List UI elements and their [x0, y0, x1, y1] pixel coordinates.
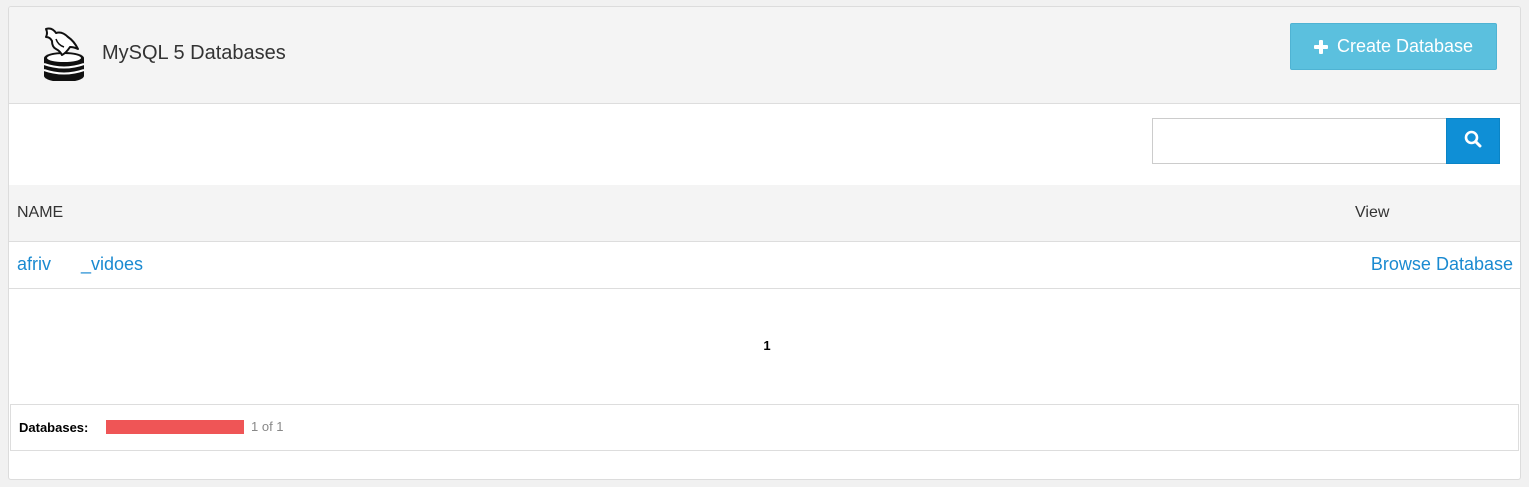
panel-header: MySQL 5 Databases Create Database [9, 7, 1520, 104]
browse-database-link[interactable]: Browse Database [1371, 254, 1513, 275]
search-button[interactable] [1446, 118, 1500, 164]
table-row: afriv _vidoes Browse Database [9, 242, 1520, 289]
plus-icon [1313, 39, 1328, 54]
search-input[interactable] [1152, 118, 1447, 164]
databases-usage-bar [106, 420, 244, 434]
search-icon [1464, 130, 1482, 153]
create-database-label: Create Database [1336, 36, 1474, 56]
mysql-dolphin-database-icon [38, 25, 88, 82]
column-header-view: View [1355, 204, 1390, 221]
databases-usage-count: 1 of 1 [251, 419, 284, 434]
databases-usage-label: Databases: [19, 420, 89, 435]
page-title: MySQL 5 Databases [102, 42, 286, 64]
pagination: 1 [9, 338, 1520, 353]
page-1-link[interactable]: 1 [758, 338, 770, 353]
table-header: NAME View [9, 185, 1520, 242]
databases-panel: MySQL 5 Databases Create Database NAME V… [8, 6, 1521, 480]
databases-usage-footer: Databases: 1 of 1 [10, 404, 1519, 451]
databases-usage-fill [106, 420, 244, 434]
column-header-name: NAME [17, 204, 64, 221]
database-name-link[interactable]: afriv _vidoes [17, 254, 143, 275]
create-database-button[interactable]: Create Database [1290, 23, 1497, 70]
